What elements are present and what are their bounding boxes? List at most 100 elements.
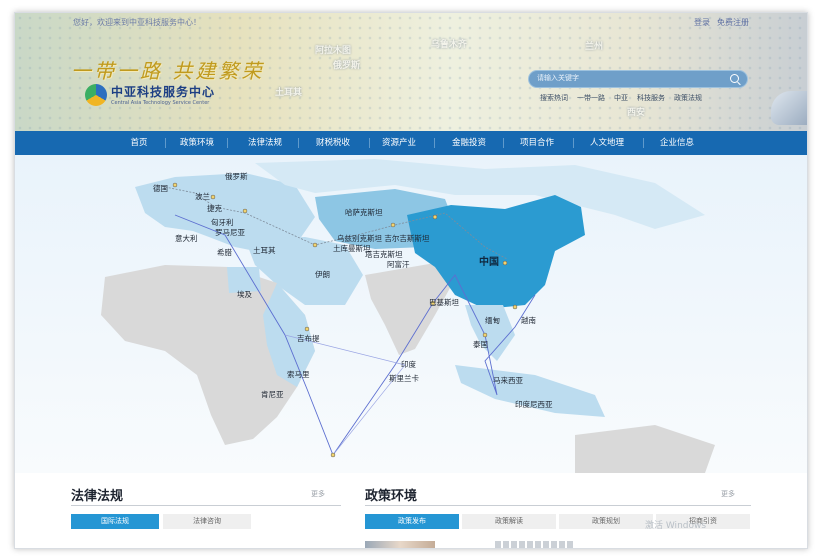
- hot-word[interactable]: 政策法规: [674, 93, 702, 103]
- logo-title: 中亚科技服务中心: [111, 85, 216, 99]
- nav-item-culture[interactable]: 人文地理: [579, 131, 635, 155]
- nav-divider: [503, 138, 504, 148]
- policy-section: 政策环境 更多 政策发布 政策解读 政策规划 招商引资: [365, 485, 751, 529]
- map-label: 乌兹别克斯坦 吉尔吉斯斯坦: [337, 233, 430, 243]
- logo-emblem-icon: [85, 83, 107, 106]
- banner-place: 西安: [627, 108, 646, 118]
- city-marker: [330, 452, 336, 458]
- city-marker: [242, 208, 248, 214]
- hot-words: 搜索热词 一带一路 中亚 科技服务 政策法规: [540, 93, 702, 103]
- tab-policy-release[interactable]: 政策发布: [365, 514, 459, 529]
- city-marker: [502, 260, 508, 266]
- map-label: 土耳其: [253, 245, 276, 255]
- hot-words-label: 搜索热词: [540, 94, 568, 102]
- city-marker: [390, 222, 396, 228]
- map-label: 波兰: [195, 191, 210, 201]
- map-label: 印度: [401, 359, 416, 369]
- map-label: 马来西亚: [493, 376, 523, 385]
- nav-divider: [227, 138, 228, 148]
- tab-policy-interpretation[interactable]: 政策解读: [462, 514, 556, 529]
- city-marker: [312, 242, 318, 248]
- map-label: 缅甸: [485, 315, 500, 325]
- slogan: 一带一路 共建繁荣: [71, 59, 265, 83]
- region-southeast-asia: [465, 305, 515, 361]
- register-link[interactable]: 免费注册: [717, 17, 749, 28]
- news-thumbnail[interactable]: [365, 541, 435, 548]
- news-headline-placeholder[interactable]: [495, 541, 575, 548]
- nav-divider: [573, 138, 574, 148]
- nav-item-resources[interactable]: 资源产业: [371, 131, 427, 155]
- search-input[interactable]: 请输入关键字: [537, 73, 579, 83]
- laws-section: 法律法规 更多 国际法规 法律咨询: [71, 485, 341, 529]
- map-label: 哈萨克斯坦: [345, 207, 383, 217]
- welcome-text: 您好，欢迎来到中亚科技服务中心！: [73, 18, 201, 27]
- browser-page: 您好，欢迎来到中亚科技服务中心！ 登录 免费注册 阿拉木图 俄罗斯 土耳其 乌鲁…: [14, 12, 808, 549]
- nav-item-projects[interactable]: 项目合作: [509, 131, 565, 155]
- policy-more-link[interactable]: 更多: [721, 489, 735, 499]
- nav-item-home[interactable]: 首页: [115, 131, 163, 155]
- map-label-china: 中国: [479, 255, 499, 268]
- banner-place: 兰州: [585, 42, 604, 52]
- policy-section-title: 政策环境: [365, 489, 418, 504]
- search-icon[interactable]: [730, 74, 739, 83]
- map-label: 意大利: [175, 233, 198, 243]
- nav-divider: [434, 138, 435, 148]
- map-label: 越南: [521, 315, 536, 325]
- belt-road-map: 德国 波兰 俄罗斯 捷克 匈牙利 罗马尼亚 意大利 希腊 土耳其 伊朗 埃及 吉…: [15, 155, 807, 473]
- site-logo[interactable]: 中亚科技服务中心 Central Asia Technology Service…: [85, 83, 215, 106]
- nav-item-finance[interactable]: 金融投资: [441, 131, 497, 155]
- windows-activation-watermark: 激活 Windows: [645, 521, 707, 531]
- map-label: 吉布提: [297, 333, 320, 343]
- nav-item-tax[interactable]: 财税税收: [305, 131, 361, 155]
- section-divider: [365, 505, 751, 506]
- search-box[interactable]: 请输入关键字: [528, 70, 748, 88]
- map-label: 塔吉克斯坦: [365, 249, 403, 259]
- map-label: 匈牙利: [211, 217, 234, 227]
- banner-place: 阿拉木图: [315, 46, 352, 56]
- map-label: 俄罗斯: [225, 171, 248, 181]
- region-indonesia: [455, 365, 605, 417]
- city-marker: [482, 332, 488, 338]
- map-label: 罗马尼亚: [215, 228, 245, 237]
- map-label: 巴基斯坦: [429, 297, 459, 307]
- nav-item-laws[interactable]: 法律法规: [237, 131, 293, 155]
- laws-section-title: 法律法规: [71, 489, 124, 504]
- map-label: 捷克: [207, 203, 222, 213]
- region-australia: [575, 425, 715, 473]
- city-marker: [210, 194, 216, 200]
- header-banner: 您好，欢迎来到中亚科技服务中心！ 登录 免费注册 阿拉木图 俄罗斯 土耳其 乌鲁…: [15, 13, 807, 131]
- map-label: 希腊: [217, 247, 232, 257]
- hot-word[interactable]: 一带一路: [577, 93, 605, 103]
- login-link[interactable]: 登录: [694, 17, 710, 28]
- nav-divider: [298, 138, 299, 148]
- nav-item-enterprise[interactable]: 企业信息: [649, 131, 705, 155]
- city-marker: [304, 326, 310, 332]
- map-label: 泰国: [473, 339, 488, 349]
- logo-subtitle: Central Asia Technology Service Center: [111, 100, 210, 106]
- tab-legal-consulting[interactable]: 法律咨询: [163, 514, 251, 529]
- city-marker: [512, 304, 518, 310]
- map-label: 印度尼西亚: [515, 399, 553, 409]
- banner-place: 乌鲁木齐: [431, 40, 468, 50]
- map-label: 埃及: [237, 289, 252, 299]
- city-marker: [432, 214, 438, 220]
- banner-place: 俄罗斯: [333, 61, 361, 71]
- hot-word[interactable]: 中亚: [614, 93, 628, 103]
- main-nav: 首页 政策环境 法律法规 财税税收 资源产业 金融投资 项目合作 人文地理 企业…: [15, 131, 807, 155]
- train-image: [771, 91, 807, 125]
- map-label: 肯尼亚: [261, 389, 284, 399]
- map-label: 阿富汗: [387, 259, 410, 269]
- hot-word[interactable]: 科技服务: [637, 93, 665, 103]
- map-svg: 德国 波兰 俄罗斯 捷克 匈牙利 罗马尼亚 意大利 希腊 土耳其 伊朗 埃及 吉…: [101, 159, 715, 473]
- nav-item-policy-environment[interactable]: 政策环境: [169, 131, 225, 155]
- map-label: 德国: [153, 183, 168, 193]
- nav-divider: [643, 138, 644, 148]
- tab-policy-planning[interactable]: 政策规划: [559, 514, 653, 529]
- map-label: 索马里: [287, 369, 310, 379]
- city-marker: [172, 182, 178, 188]
- tab-international-laws[interactable]: 国际法规: [71, 514, 159, 529]
- map-label: 伊朗: [315, 269, 330, 279]
- laws-more-link[interactable]: 更多: [311, 489, 325, 499]
- map-label: 斯里兰卡: [389, 373, 419, 383]
- nav-divider: [369, 138, 370, 148]
